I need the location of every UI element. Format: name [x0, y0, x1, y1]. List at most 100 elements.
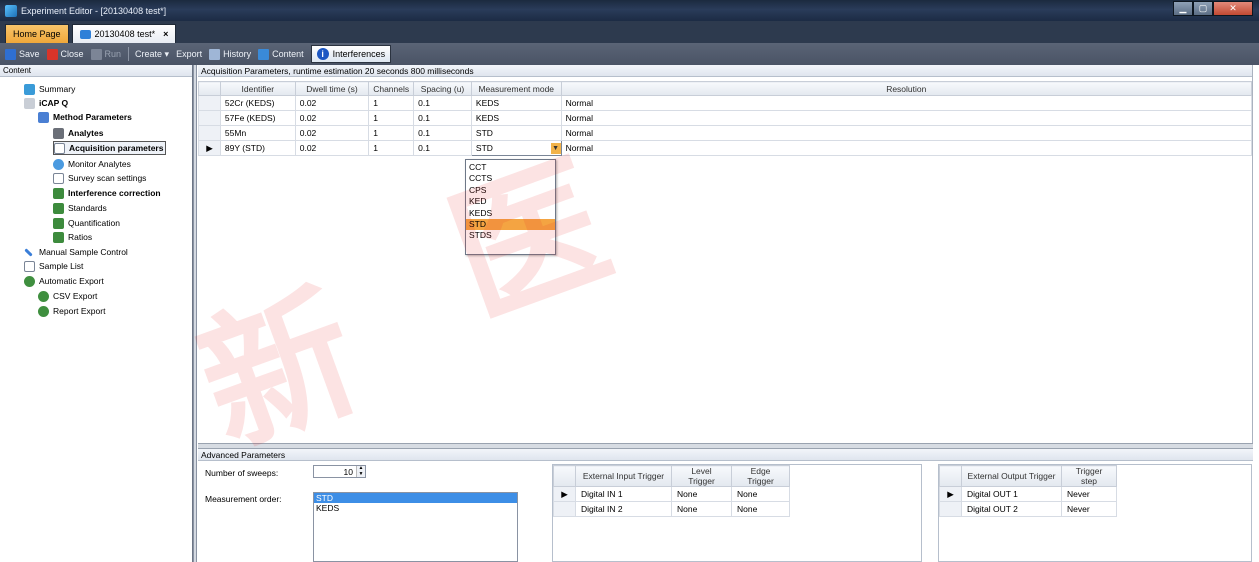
row-header[interactable] — [939, 501, 962, 517]
cell-dwell-time[interactable]: 0.02 — [294, 140, 370, 156]
cell-measurement-mode[interactable]: STD — [470, 125, 562, 141]
close-button[interactable]: Close — [46, 48, 84, 60]
table-row[interactable]: 52Cr (KEDS) 0.02 1 0.1 KEDS Normal — [198, 95, 1253, 111]
cell-measurement-mode[interactable]: KEDS — [470, 110, 562, 126]
row-header[interactable] — [198, 110, 221, 126]
order-item-std[interactable]: STD — [314, 493, 517, 503]
current-row-indicator[interactable]: ▶ — [198, 140, 221, 156]
tab-experiment[interactable]: 20130408 test* × — [71, 24, 177, 43]
cell-dwell-time[interactable]: 0.02 — [294, 95, 370, 111]
close-tab-icon[interactable]: × — [163, 29, 168, 39]
cell-spacing[interactable]: 0.1 — [413, 95, 472, 111]
tree-item-icapq[interactable]: iCAP Q — [24, 96, 68, 110]
sweeps-stepper[interactable]: 10 ▲ ▼ — [313, 465, 366, 478]
cell-trigger-step[interactable]: Never — [1061, 501, 1117, 517]
cell-channels[interactable]: 1 — [368, 95, 415, 111]
dropdown-option-ked[interactable]: KED — [466, 196, 555, 207]
column-dwell-time[interactable]: Dwell time (s) — [294, 81, 370, 96]
cell-level-trigger[interactable]: None — [671, 486, 732, 502]
order-item-keds[interactable]: KEDS — [314, 503, 517, 513]
table-row[interactable]: Digital IN 2 None None — [553, 501, 790, 517]
tree-item-ratios[interactable]: Ratios — [53, 230, 92, 244]
create-menu[interactable]: Create ▾ — [135, 49, 169, 60]
save-button[interactable]: Save — [5, 48, 40, 60]
column-level-trigger[interactable]: Level Trigger — [671, 465, 732, 487]
current-row-indicator[interactable]: ▶ — [553, 486, 576, 502]
tree-item-csv-export[interactable]: CSV Export — [38, 289, 97, 303]
stepper-arrows-icon[interactable]: ▲ ▼ — [356, 465, 365, 477]
row-header[interactable] — [198, 95, 221, 111]
maximize-button[interactable]: ▢ — [1193, 1, 1213, 16]
cell-input-trigger[interactable]: Digital IN 2 — [575, 501, 672, 517]
cell-identifier[interactable]: 57Fe (KEDS) — [219, 110, 296, 126]
run-button[interactable]: Run — [90, 48, 121, 60]
table-row[interactable]: 55Mn 0.02 1 0.1 STD Normal — [198, 125, 1253, 141]
cell-output-trigger[interactable]: Digital OUT 1 — [961, 486, 1062, 502]
tree-item-summary[interactable]: Summary — [24, 82, 75, 96]
column-trigger-step[interactable]: Trigger step — [1061, 465, 1117, 487]
minimize-button[interactable]: ▁ — [1173, 1, 1193, 16]
cell-channels[interactable]: 1 — [368, 140, 415, 156]
table-row[interactable]: Digital OUT 2 Never — [939, 501, 1117, 517]
cell-edge-trigger[interactable]: None — [731, 486, 790, 502]
tree-item-quantification[interactable]: Quantification — [53, 216, 120, 230]
column-external-input-trigger[interactable]: External Input Trigger — [575, 465, 672, 487]
cell-identifier[interactable]: 89Y (STD) — [219, 140, 296, 156]
cell-spacing[interactable]: 0.1 — [413, 125, 472, 141]
dropdown-option-std[interactable]: STD — [466, 218, 555, 231]
cell-resolution[interactable]: Normal — [560, 140, 1253, 156]
measurement-order-list[interactable]: STD KEDS — [313, 492, 518, 562]
column-edge-trigger[interactable]: Edge Trigger — [731, 465, 790, 487]
column-spacing[interactable]: Spacing (u) — [413, 81, 472, 96]
tree-item-analytes[interactable]: Analytes — [53, 126, 103, 140]
tree-item-report-export[interactable]: Report Export — [38, 304, 105, 318]
tree-item-standards[interactable]: Standards — [53, 201, 107, 215]
cell-spacing[interactable]: 0.1 — [413, 140, 472, 156]
cell-input-trigger[interactable]: Digital IN 1 — [575, 486, 672, 502]
vertical-splitter[interactable] — [193, 65, 197, 562]
column-resolution[interactable]: Resolution — [560, 81, 1253, 96]
dropdown-option-keds[interactable]: KEDS — [466, 208, 555, 219]
cell-resolution[interactable]: Normal — [560, 110, 1253, 126]
tab-home-page[interactable]: Home Page — [5, 24, 69, 43]
table-row-current[interactable]: ▶ Digital IN 1 None None — [553, 486, 790, 502]
tree-item-monitor-analytes[interactable]: Monitor Analytes — [53, 157, 131, 171]
cell-level-trigger[interactable]: None — [671, 501, 732, 517]
row-header[interactable] — [198, 125, 221, 141]
tree-item-automatic-export[interactable]: Automatic Export — [24, 274, 104, 288]
cell-identifier[interactable]: 55Mn — [219, 125, 296, 141]
cell-spacing[interactable]: 0.1 — [413, 110, 472, 126]
history-button[interactable]: History — [209, 48, 251, 60]
cell-identifier[interactable]: 52Cr (KEDS) — [219, 95, 296, 111]
cell-channels[interactable]: 1 — [368, 125, 415, 141]
tree-item-manual-sample-control[interactable]: Manual Sample Control — [24, 245, 128, 259]
column-channels[interactable]: Channels — [368, 81, 415, 96]
dropdown-option-stds[interactable]: STDS — [466, 230, 555, 241]
table-row[interactable]: 57Fe (KEDS) 0.02 1 0.1 KEDS Normal — [198, 110, 1253, 126]
cell-edge-trigger[interactable]: None — [731, 501, 790, 517]
cell-dwell-time[interactable]: 0.02 — [294, 110, 370, 126]
close-window-button[interactable]: ✕ — [1213, 1, 1253, 16]
tree-item-interference-correction[interactable]: Interference correction — [53, 186, 161, 200]
cell-channels[interactable]: 1 — [368, 110, 415, 126]
column-external-output-trigger[interactable]: External Output Trigger — [961, 465, 1062, 487]
tree-item-method-parameters[interactable]: Method Parameters — [38, 110, 132, 124]
dropdown-arrow-icon[interactable]: ▼ — [550, 142, 561, 154]
table-row-current[interactable]: ▶ Digital OUT 1 Never — [939, 486, 1117, 502]
cell-output-trigger[interactable]: Digital OUT 2 — [961, 501, 1062, 517]
cell-trigger-step[interactable]: Never — [1061, 486, 1117, 502]
measurement-mode-combobox[interactable]: STD ▼ — [470, 140, 562, 156]
content-button[interactable]: Content — [258, 48, 304, 60]
dropdown-option-ccts[interactable]: CCTS — [466, 173, 555, 184]
cell-dwell-time[interactable]: 0.02 — [294, 125, 370, 141]
cell-measurement-mode[interactable]: KEDS — [470, 95, 562, 111]
row-header[interactable] — [553, 501, 576, 517]
table-row-current[interactable]: ▶ 89Y (STD) 0.02 1 0.1 STD ▼ Normal — [198, 140, 1253, 156]
column-measurement-mode[interactable]: Measurement mode — [470, 81, 562, 96]
cell-resolution[interactable]: Normal — [560, 125, 1253, 141]
column-identifier[interactable]: Identifier — [219, 81, 296, 96]
dropdown-option-cct[interactable]: CCT — [466, 162, 555, 173]
dropdown-option-cps[interactable]: CPS — [466, 185, 555, 196]
export-button[interactable]: Export — [176, 49, 202, 59]
current-row-indicator[interactable]: ▶ — [939, 486, 962, 502]
